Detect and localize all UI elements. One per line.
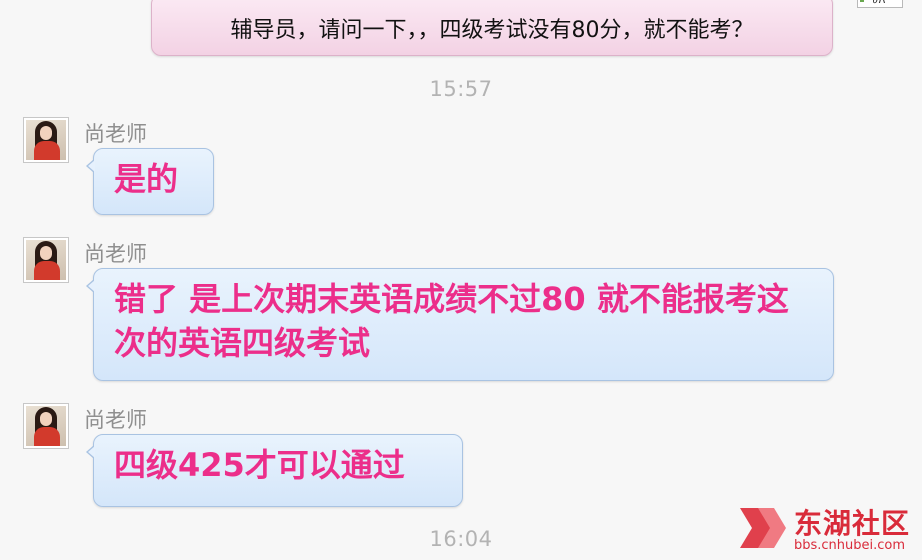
avatar[interactable] [23,237,69,283]
site-logo-icon [740,508,786,548]
avatar-photo [26,120,66,160]
self-avatar[interactable]: ∂Λ [857,0,903,8]
outgoing-message-text: 辅导员，请问一下，，四级考试没有80分，就不能考？ [230,18,754,43]
site-name: 东湖社区 [794,507,911,540]
avatar[interactable] [23,403,69,449]
message-text: 错了 是上次期末英语成绩不过80 就不能报考这次的英语四级考试 [114,280,789,362]
sender-name: 尚老师 [84,242,147,266]
outgoing-message-bubble[interactable]: 辅导员，请问一下，，四级考试没有80分，就不能考？ [151,0,833,56]
avatar-photo [26,240,66,280]
message-text: 是的 [114,160,179,198]
avatar[interactable] [23,117,69,163]
sender-name: 尚老师 [84,408,147,432]
avatar-figure-icon: ∂Λ [872,0,885,6]
incoming-message-bubble[interactable]: 错了 是上次期末英语成绩不过80 就不能报考这次的英语四级考试 [86,268,834,381]
sender-name: 尚老师 [84,122,147,146]
status-indicator [860,0,864,2]
timestamp: 15:57 [429,77,493,101]
site-watermark: 东湖社区 bbs.cnhubei.com [738,500,922,560]
incoming-message-bubble[interactable]: 四级425才可以通过 [86,434,463,507]
avatar-photo [26,406,66,446]
message-text: 四级425才可以通过 [114,446,405,484]
incoming-message-bubble[interactable]: 是的 [86,148,214,215]
site-url: bbs.cnhubei.com [794,538,906,553]
